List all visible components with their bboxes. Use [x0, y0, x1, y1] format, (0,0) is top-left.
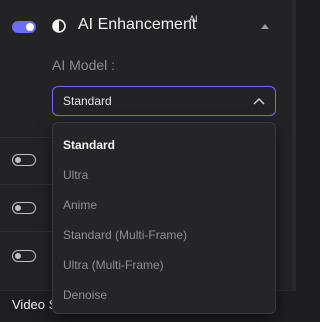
- toggle-knob: [15, 204, 21, 211]
- ai-enhancement-toggle[interactable]: [12, 21, 36, 33]
- option-denoise[interactable]: Denoise: [63, 288, 107, 302]
- toggle-knob: [26, 23, 34, 31]
- ai-model-select[interactable]: Standard: [52, 86, 276, 116]
- toggle-knob: [15, 156, 21, 163]
- feature-toggle-1[interactable]: [12, 154, 36, 166]
- video-section-title[interactable]: Video S: [12, 297, 57, 312]
- contrast-icon: [52, 19, 66, 33]
- ai-enhancement-header: AI Enhancement AI: [0, 0, 296, 52]
- section-title: AI Enhancement: [78, 16, 197, 33]
- chevron-up-icon: [253, 97, 265, 105]
- toggle-knob: [15, 252, 21, 259]
- feature-toggle-3[interactable]: [12, 250, 36, 262]
- divider: [0, 137, 52, 138]
- ai-model-selected-value: Standard: [63, 94, 112, 108]
- feature-toggle-2[interactable]: [12, 202, 36, 214]
- divider: [0, 231, 52, 232]
- option-standard[interactable]: Standard: [63, 138, 115, 152]
- ai-badge: AI: [189, 14, 198, 24]
- option-ultra-multi-frame[interactable]: Ultra (Multi-Frame): [63, 258, 164, 272]
- ai-model-dropdown: Standard Ultra Anime Standard (Multi-Fra…: [52, 122, 276, 314]
- option-anime[interactable]: Anime: [63, 198, 97, 212]
- option-standard-multi-frame[interactable]: Standard (Multi-Frame): [63, 228, 187, 242]
- option-ultra[interactable]: Ultra: [63, 168, 88, 182]
- divider: [0, 184, 52, 185]
- ai-model-label: AI Model :: [52, 57, 116, 73]
- triangle-up-icon[interactable]: [260, 23, 270, 30]
